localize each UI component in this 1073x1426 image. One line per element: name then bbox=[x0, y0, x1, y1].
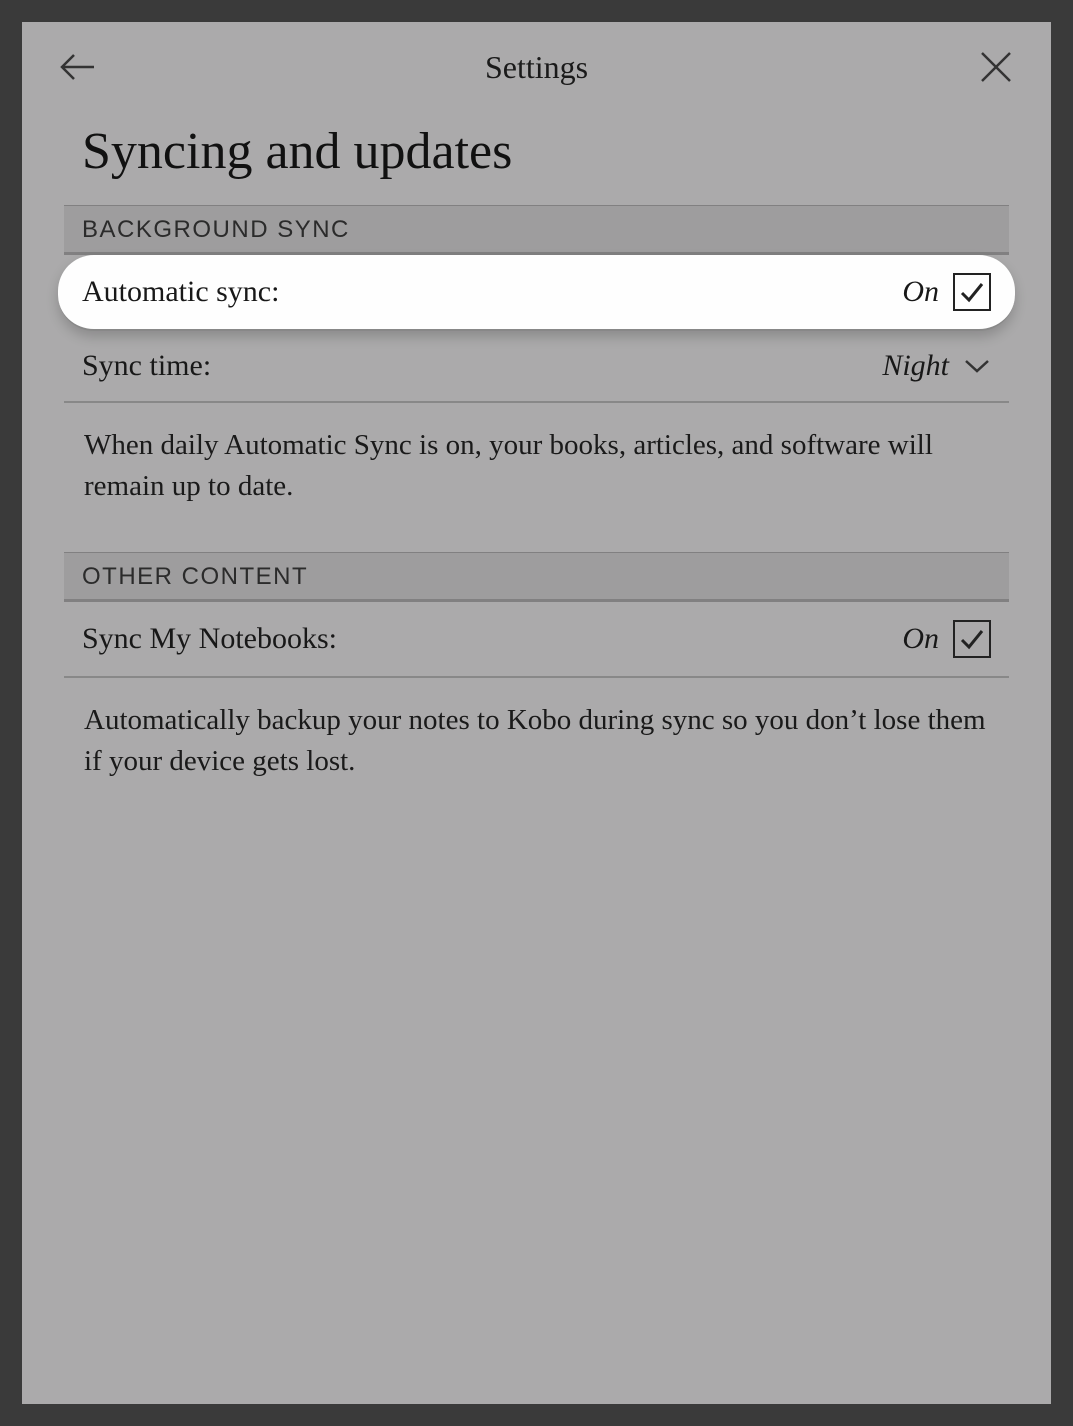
header-title: Settings bbox=[102, 49, 971, 86]
close-icon bbox=[979, 50, 1013, 84]
close-button[interactable] bbox=[971, 42, 1021, 92]
other-content-description: Automatically backup your notes to Kobo … bbox=[64, 678, 1009, 827]
sync-time-value: Night bbox=[882, 349, 949, 383]
back-arrow-icon bbox=[58, 52, 96, 82]
checkmark-icon bbox=[958, 625, 986, 653]
sync-notebooks-value: On bbox=[902, 622, 939, 656]
section-header-other-content: OTHER CONTENT bbox=[64, 552, 1009, 602]
sync-time-dropdown[interactable] bbox=[963, 349, 991, 383]
automatic-sync-label: Automatic sync: bbox=[82, 275, 279, 309]
section-header-background-sync: BACKGROUND SYNC bbox=[64, 205, 1009, 255]
background-sync-description: When daily Automatic Sync is on, your bo… bbox=[64, 403, 1009, 552]
checkmark-icon bbox=[958, 278, 986, 306]
sync-notebooks-label: Sync My Notebooks: bbox=[82, 622, 337, 656]
settings-header: Settings bbox=[22, 22, 1051, 104]
automatic-sync-checkbox[interactable] bbox=[953, 273, 991, 311]
automatic-sync-row[interactable]: Automatic sync: On bbox=[58, 255, 1015, 331]
sync-time-row[interactable]: Sync time: Night bbox=[64, 331, 1009, 403]
page-title: Syncing and updates bbox=[22, 104, 1051, 205]
chevron-down-icon bbox=[963, 357, 991, 375]
sync-notebooks-row[interactable]: Sync My Notebooks: On bbox=[64, 602, 1009, 678]
sync-notebooks-checkbox[interactable] bbox=[953, 620, 991, 658]
back-button[interactable] bbox=[52, 42, 102, 92]
sync-time-label: Sync time: bbox=[82, 349, 211, 383]
automatic-sync-value: On bbox=[902, 275, 939, 309]
